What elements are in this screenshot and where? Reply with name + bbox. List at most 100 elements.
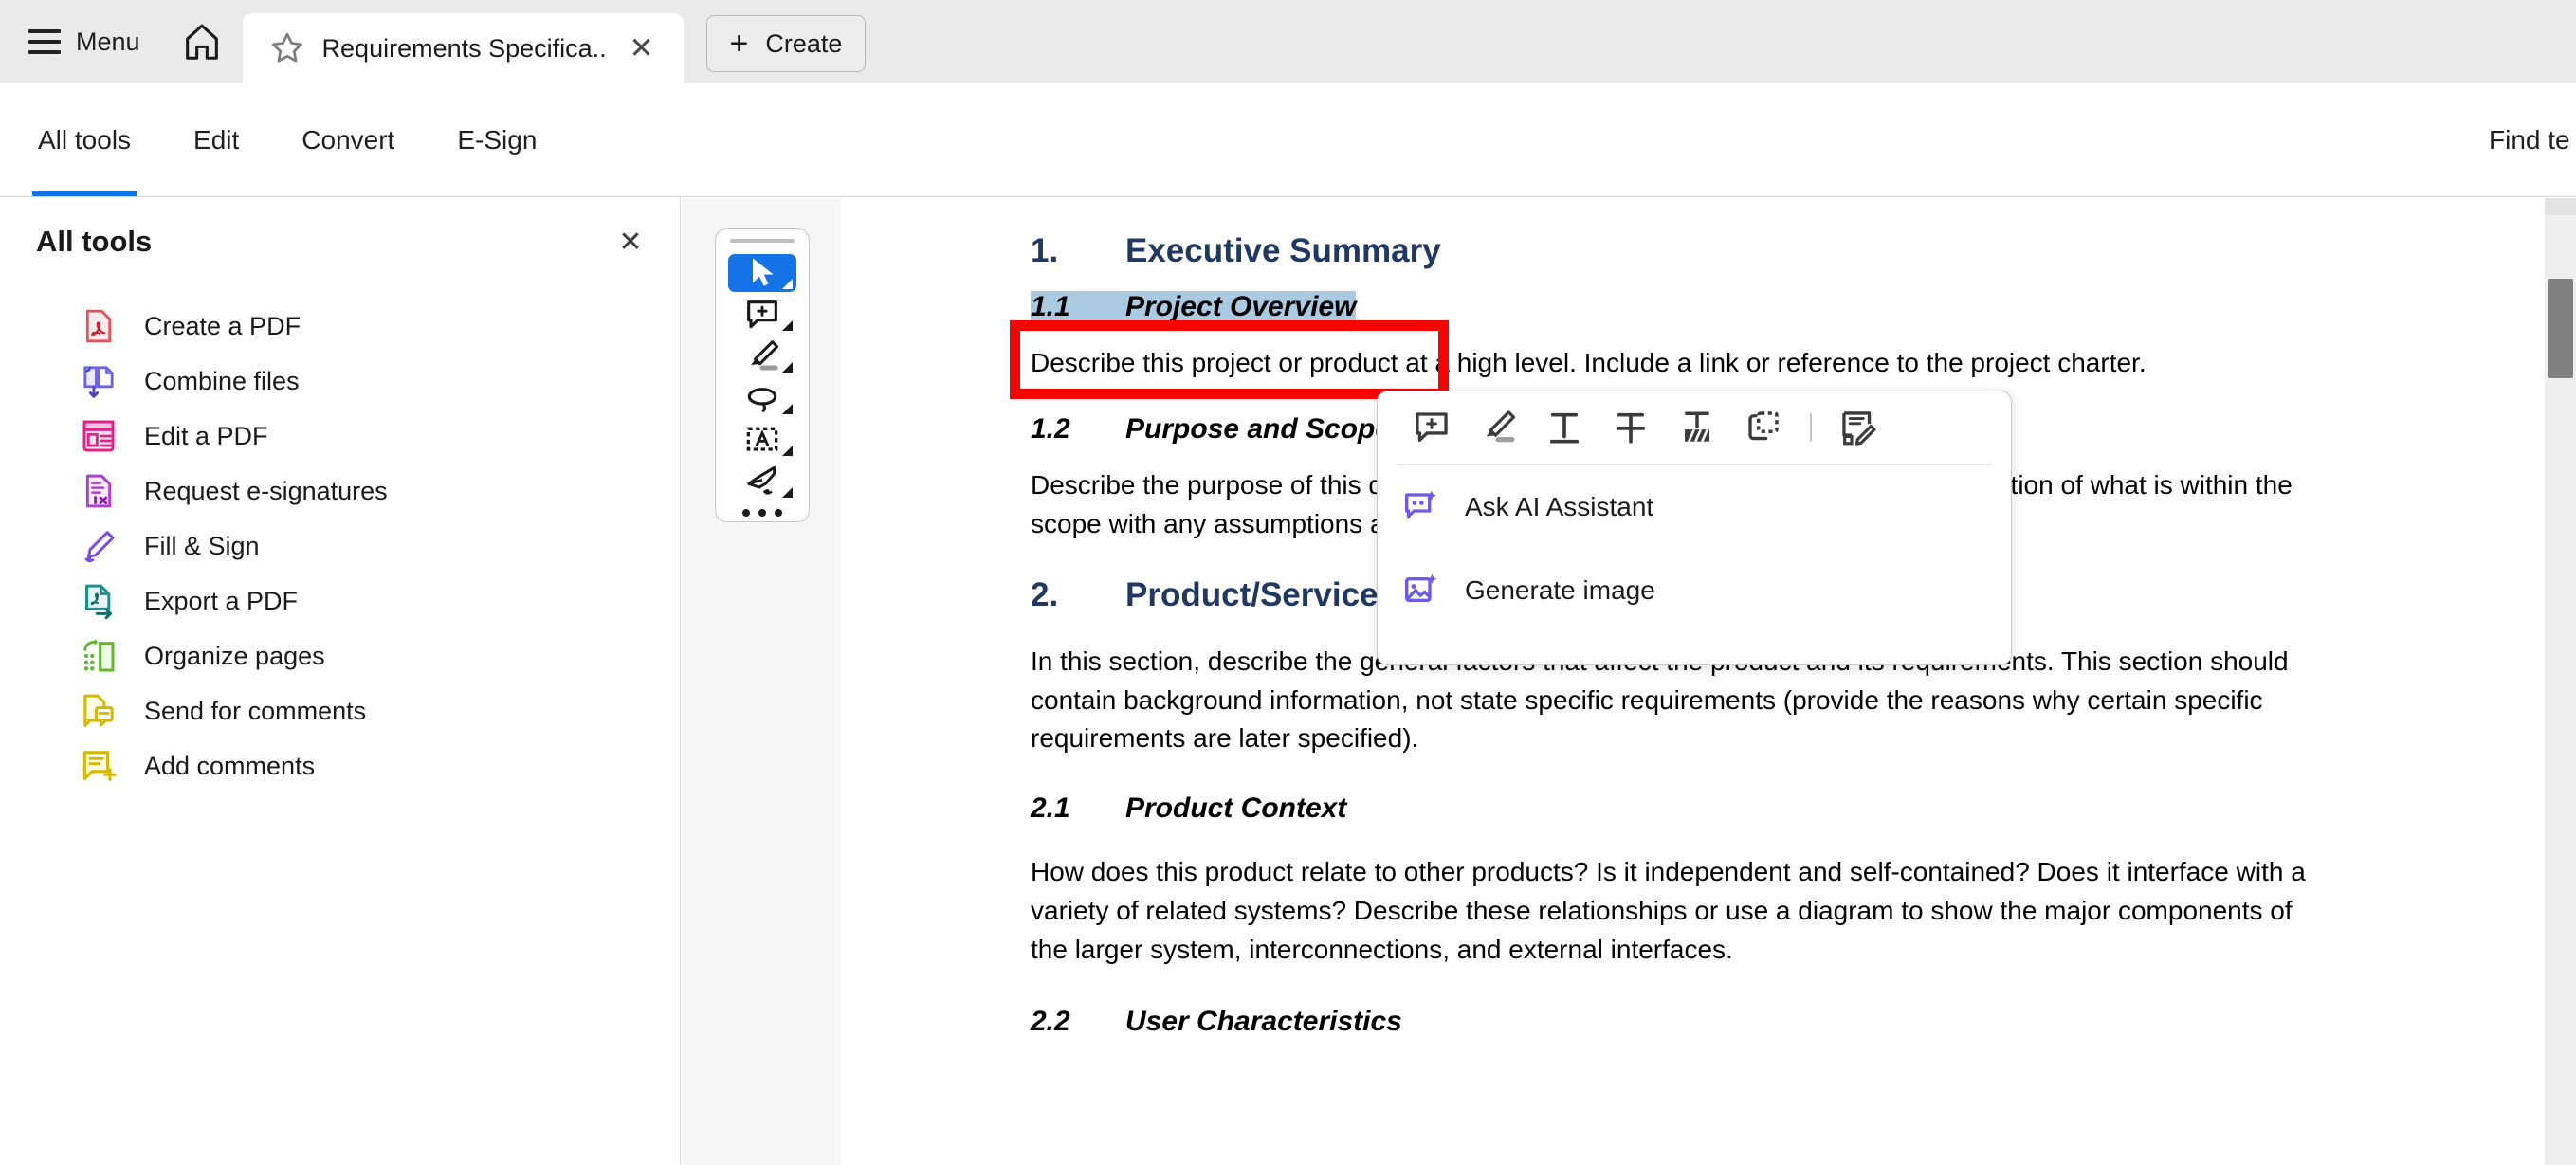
create-button[interactable]: + Create bbox=[705, 15, 867, 72]
popup-item-generate-image[interactable]: Generate image bbox=[1378, 549, 2011, 632]
tool-item-organize-pages[interactable]: Organize pages bbox=[0, 628, 680, 683]
heading-number: 1. bbox=[1031, 232, 1059, 269]
signature-pen-tool-button[interactable] bbox=[728, 463, 796, 501]
all-tools-panel: All tools ✕ Create a PDF Combine files E… bbox=[0, 198, 681, 1165]
hamburger-icon bbox=[28, 29, 61, 54]
popup-add-comment-button[interactable] bbox=[1398, 398, 1465, 457]
menu-button[interactable]: Menu bbox=[0, 0, 140, 83]
popup-item-label: Ask AI Assistant bbox=[1465, 491, 1654, 521]
tab-convert[interactable]: Convert bbox=[296, 83, 400, 196]
tool-item-label: Request e-signatures bbox=[144, 476, 388, 505]
edit-document-icon bbox=[1842, 411, 1876, 446]
draw-lasso-tool-button[interactable] bbox=[728, 379, 796, 417]
chevron-corner-icon bbox=[782, 319, 793, 331]
tool-item-label: Add comments bbox=[144, 751, 316, 780]
tool-item-label: Organize pages bbox=[144, 641, 325, 670]
select-tool-button[interactable] bbox=[728, 253, 796, 292]
heading-text: Purpose and Scope bbox=[1125, 412, 1392, 445]
heading-2-2-user-characteristics[interactable]: 2.2 User Characteristics bbox=[1031, 1006, 2507, 1038]
heading-text: Product Context bbox=[1125, 792, 1347, 825]
create-button-label: Create bbox=[765, 28, 843, 58]
tool-item-export-a-pdf[interactable]: Export a PDF bbox=[0, 573, 680, 628]
heading-number: 1.1 bbox=[1031, 291, 1125, 323]
add-comment-icon bbox=[747, 300, 777, 328]
popup-edit-document-button[interactable] bbox=[1825, 398, 1891, 457]
tab-e-sign[interactable]: E-Sign bbox=[451, 83, 542, 196]
popup-highlight-button[interactable] bbox=[1465, 398, 1531, 457]
close-panel-button[interactable]: ✕ bbox=[610, 221, 651, 263]
scrollbar-top-cap bbox=[2545, 198, 2576, 215]
tool-item-combine-files[interactable]: Combine files bbox=[0, 354, 680, 409]
tool-item-fill-and-sign[interactable]: Fill & Sign bbox=[0, 519, 680, 573]
home-button[interactable] bbox=[173, 12, 231, 71]
popup-divider bbox=[1810, 413, 1812, 442]
tool-list: Create a PDF Combine files Edit a PDF Re… bbox=[0, 285, 680, 793]
popup-redact-button[interactable] bbox=[1664, 398, 1730, 457]
popup-copy-area-button[interactable] bbox=[1730, 398, 1797, 457]
vertical-scrollbar-thumb[interactable] bbox=[2548, 279, 2573, 378]
popup-tool-row bbox=[1378, 391, 2011, 464]
highlight-icon bbox=[751, 339, 779, 371]
edit-pdf-icon bbox=[82, 420, 115, 452]
popup-item-ask-ai-assistant[interactable]: Ask AI Assistant bbox=[1378, 465, 2011, 549]
chevron-corner-icon bbox=[782, 486, 793, 498]
tool-item-label: Export a PDF bbox=[144, 586, 299, 615]
add-comments-icon bbox=[82, 751, 117, 781]
heading-number: 2.1 bbox=[1031, 792, 1070, 825]
paragraph-product-context: How does this product relate to other pr… bbox=[1031, 857, 2306, 964]
send-for-comments-icon bbox=[83, 694, 114, 727]
redact-icon bbox=[1685, 411, 1709, 443]
pdf-viewer[interactable]: 1. Executive Summary 1.1 Project Overvie… bbox=[841, 198, 2507, 1165]
combine-files-icon bbox=[83, 366, 114, 398]
tab-edit[interactable]: Edit bbox=[188, 83, 245, 196]
heading-1-1-project-overview[interactable]: 1.1 Project Overview bbox=[1031, 291, 2507, 323]
add-comment-icon bbox=[1416, 412, 1448, 442]
highlight-tool-button[interactable] bbox=[728, 337, 796, 375]
add-comment-tool-button[interactable] bbox=[728, 296, 796, 334]
heading-2-1-product-context[interactable]: 2.1 Product Context bbox=[1031, 792, 2507, 825]
text-selection-popup: Ask AI Assistant Generate image bbox=[1377, 391, 2012, 665]
heading-number: 2.2 bbox=[1031, 1005, 1070, 1037]
tool-item-label: Combine files bbox=[144, 366, 300, 395]
all-tools-panel-title: All tools bbox=[36, 225, 153, 258]
popup-item-label: Generate image bbox=[1465, 574, 1655, 605]
signature-pen-icon bbox=[747, 465, 776, 495]
ask-ai-assistant-icon bbox=[1405, 490, 1436, 519]
primary-toolbar: All tools Edit Convert E-Sign Find te bbox=[0, 83, 2576, 197]
plus-icon: + bbox=[729, 26, 749, 62]
more-tools-button[interactable] bbox=[742, 504, 782, 521]
export-pdf-icon bbox=[85, 584, 112, 620]
vertical-scrollbar-track[interactable] bbox=[2545, 198, 2576, 1165]
popup-underline-button[interactable] bbox=[1531, 398, 1598, 457]
rail-drag-handle[interactable] bbox=[730, 239, 795, 243]
tool-item-edit-a-pdf[interactable]: Edit a PDF bbox=[0, 409, 680, 464]
tool-item-label: Create a PDF bbox=[144, 311, 301, 340]
chevron-corner-icon bbox=[782, 445, 793, 456]
star-icon[interactable] bbox=[269, 30, 305, 66]
create-pdf-icon bbox=[85, 309, 112, 343]
tool-item-add-comments[interactable]: Add comments bbox=[0, 738, 680, 793]
dot-icon bbox=[775, 508, 782, 517]
dot-icon bbox=[742, 508, 750, 517]
lasso-icon bbox=[747, 387, 777, 412]
heading-text: Executive Summary bbox=[1125, 232, 1441, 269]
organize-pages-icon bbox=[83, 639, 115, 672]
close-tab-button[interactable]: ✕ bbox=[625, 31, 659, 65]
fill-and-sign-icon bbox=[84, 531, 115, 563]
document-tab[interactable]: Requirements Specifica... ✕ bbox=[242, 13, 684, 83]
heading-text: User Characteristics bbox=[1125, 1005, 1402, 1037]
chevron-corner-icon bbox=[782, 278, 793, 289]
request-esignatures-icon bbox=[85, 474, 112, 508]
tool-item-request-e-signatures[interactable]: Request e-signatures bbox=[0, 464, 680, 519]
popup-strikethrough-button[interactable] bbox=[1598, 398, 1664, 457]
tool-item-create-a-pdf[interactable]: Create a PDF bbox=[0, 299, 680, 354]
find-text-button[interactable]: Find te bbox=[2489, 83, 2576, 197]
chevron-corner-icon bbox=[782, 403, 793, 414]
tool-item-label: Fill & Sign bbox=[144, 531, 260, 560]
paragraph-project-overview: Describe this project or product at a hi… bbox=[1031, 348, 2147, 377]
copy-area-icon bbox=[1748, 411, 1779, 441]
cursor-arrow-icon bbox=[753, 257, 774, 286]
text-box-tool-button[interactable] bbox=[728, 421, 796, 459]
tab-all-tools[interactable]: All tools bbox=[32, 83, 137, 196]
tool-item-send-for-comments[interactable]: Send for comments bbox=[0, 683, 680, 738]
